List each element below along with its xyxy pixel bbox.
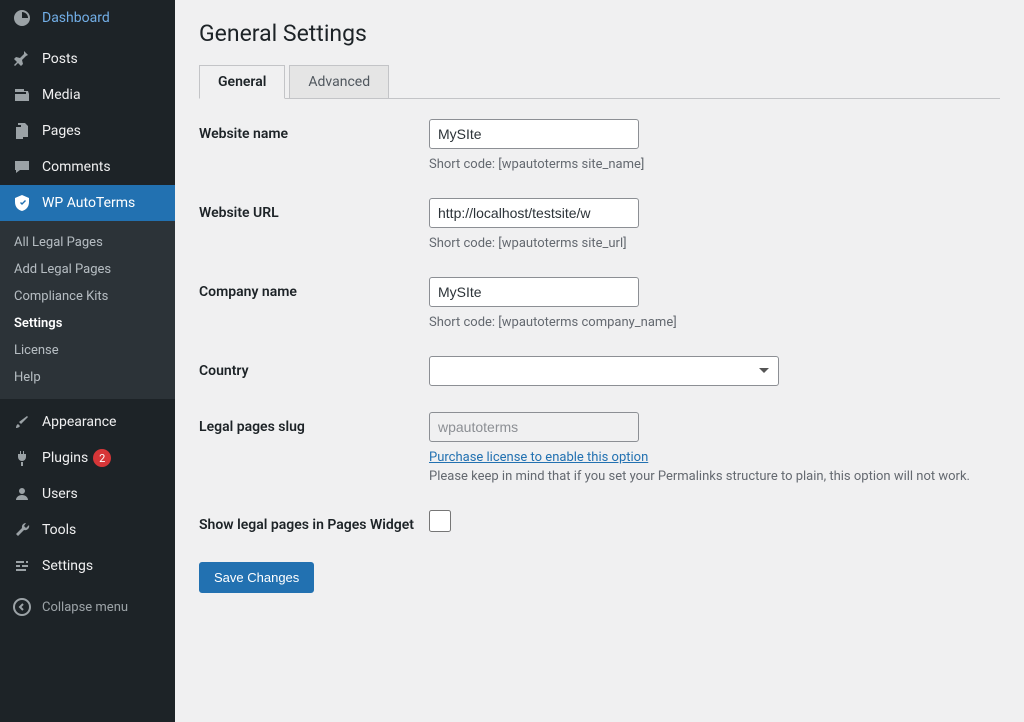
submenu-item-license[interactable]: License	[0, 337, 175, 364]
submenu-item-add-legal-pages[interactable]: Add Legal Pages	[0, 256, 175, 283]
row-country: Country	[199, 356, 1000, 386]
sidebar-item-settings[interactable]: Settings	[0, 548, 175, 584]
sidebar-item-label: WP AutoTerms	[42, 195, 135, 211]
row-legal-slug: Legal pages slug Purchase license to ena…	[199, 412, 1000, 484]
label-website-url: Website URL	[199, 198, 429, 222]
sidebar-item-label: Pages	[42, 123, 81, 139]
row-show-widget: Show legal pages in Pages Widget	[199, 510, 1000, 536]
label-company-name: Company name	[199, 277, 429, 301]
media-icon	[12, 85, 32, 105]
sidebar-item-label: Comments	[42, 159, 111, 175]
sidebar-item-wpautoterms[interactable]: WP AutoTerms	[0, 185, 175, 221]
sidebar-item-pages[interactable]: Pages	[0, 113, 175, 149]
select-country[interactable]	[429, 356, 779, 386]
input-website-name[interactable]	[429, 119, 639, 149]
collapse-menu[interactable]: Collapse menu	[0, 589, 175, 625]
dashboard-icon	[12, 8, 32, 28]
sidebar-item-label: Settings	[42, 558, 93, 574]
sidebar-item-comments[interactable]: Comments	[0, 149, 175, 185]
tabs: General Advanced	[199, 65, 1000, 99]
label-country: Country	[199, 356, 429, 380]
sidebar-item-tools[interactable]: Tools	[0, 512, 175, 548]
user-icon	[12, 484, 32, 504]
pages-icon	[12, 121, 32, 141]
row-website-name: Website name Short code: [wpautoterms si…	[199, 119, 1000, 172]
sidebar-item-appearance[interactable]: Appearance	[0, 404, 175, 440]
input-legal-slug	[429, 412, 639, 442]
collapse-label: Collapse menu	[42, 600, 128, 615]
tab-advanced[interactable]: Advanced	[289, 65, 389, 99]
sidebar-item-label: Dashboard	[42, 10, 110, 26]
row-save: Save Changes	[199, 562, 1000, 593]
sidebar-item-label: Posts	[42, 51, 78, 67]
comment-icon	[12, 157, 32, 177]
label-show-widget: Show legal pages in Pages Widget	[199, 510, 429, 534]
brush-icon	[12, 412, 32, 432]
sidebar-item-label: Tools	[42, 522, 76, 538]
label-legal-slug: Legal pages slug	[199, 412, 429, 436]
shortcode-website-url: Short code: [wpautoterms site_url]	[429, 236, 1000, 251]
shortcode-website-name: Short code: [wpautoterms site_name]	[429, 157, 1000, 172]
input-website-url[interactable]	[429, 198, 639, 228]
row-company-name: Company name Short code: [wpautoterms co…	[199, 277, 1000, 330]
submenu-item-all-legal-pages[interactable]: All Legal Pages	[0, 229, 175, 256]
row-website-url: Website URL Short code: [wpautoterms sit…	[199, 198, 1000, 251]
shield-icon	[12, 193, 32, 213]
admin-sidebar: Dashboard Posts Media Pages Comments WP …	[0, 0, 175, 722]
submenu-item-help[interactable]: Help	[0, 364, 175, 391]
checkbox-show-widget[interactable]	[429, 510, 451, 532]
sidebar-item-dashboard[interactable]: Dashboard	[0, 0, 175, 36]
plugin-icon	[12, 448, 32, 468]
sidebar-item-users[interactable]: Users	[0, 476, 175, 512]
submenu-item-settings[interactable]: Settings	[0, 310, 175, 337]
wrench-icon	[12, 520, 32, 540]
collapse-icon	[12, 597, 32, 617]
save-button[interactable]: Save Changes	[199, 562, 314, 593]
shortcode-company-name: Short code: [wpautoterms company_name]	[429, 315, 1000, 330]
sidebar-item-plugins[interactable]: Plugins 2	[0, 440, 175, 476]
update-badge: 2	[93, 449, 111, 467]
main-content: General Settings General Advanced Websit…	[175, 0, 1024, 722]
tab-general[interactable]: General	[199, 65, 285, 99]
input-company-name[interactable]	[429, 277, 639, 307]
sidebar-item-posts[interactable]: Posts	[0, 41, 175, 77]
settings-form: Website name Short code: [wpautoterms si…	[199, 119, 1000, 593]
sidebar-item-label: Plugins	[42, 450, 88, 466]
help-legal-slug: Please keep in mind that if you set your…	[429, 469, 1000, 484]
label-website-name: Website name	[199, 119, 429, 143]
pin-icon	[12, 49, 32, 69]
submenu-item-compliance-kits[interactable]: Compliance Kits	[0, 283, 175, 310]
link-purchase-license[interactable]: Purchase license to enable this option	[429, 450, 648, 465]
sidebar-item-label: Media	[42, 87, 81, 103]
sidebar-item-label: Users	[42, 486, 78, 502]
page-title: General Settings	[199, 20, 1000, 47]
submenu-wpautoterms: All Legal Pages Add Legal Pages Complian…	[0, 221, 175, 399]
sliders-icon	[12, 556, 32, 576]
sidebar-item-media[interactable]: Media	[0, 77, 175, 113]
sidebar-item-label: Appearance	[42, 414, 116, 430]
